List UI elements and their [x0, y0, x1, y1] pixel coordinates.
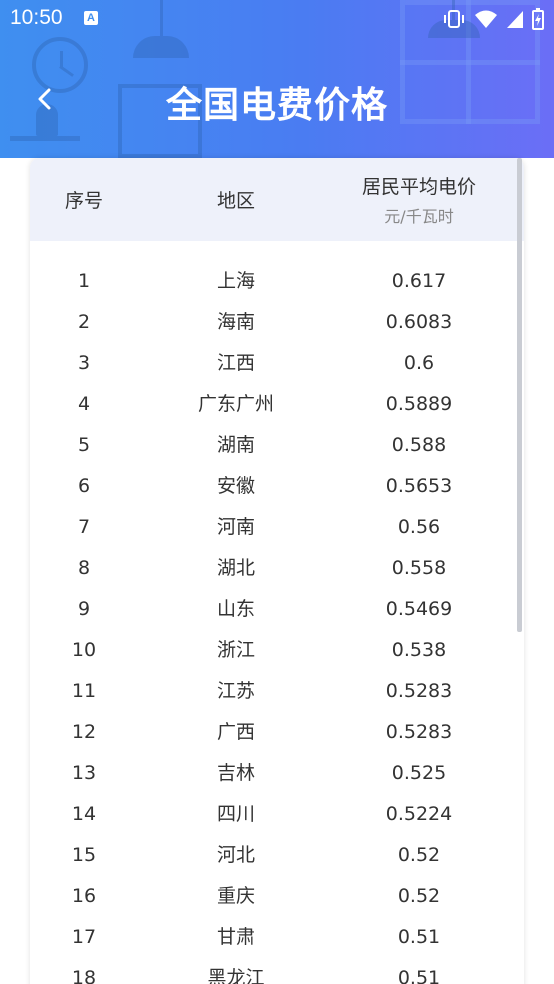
table-row: 5 湖南 0.588 — [30, 425, 524, 466]
column-header-index-label: 序号 — [64, 190, 103, 212]
row-price: 0.538 — [391, 639, 447, 661]
row-index: 11 — [71, 680, 97, 702]
row-index: 10 — [71, 639, 97, 661]
row-price: 0.5224 — [385, 803, 453, 825]
row-index: 4 — [77, 393, 91, 415]
row-region: 广西 — [216, 721, 255, 743]
row-region: 湖南 — [216, 434, 255, 456]
row-price: 0.51 — [397, 926, 441, 948]
table-header: 序号 地区 居民平均电价 元/千瓦时 — [30, 158, 524, 241]
table-row: 8 湖北 0.558 — [30, 548, 524, 589]
row-index: 13 — [71, 762, 97, 784]
table-row: 13 吉林 0.525 — [30, 753, 524, 794]
row-region: 浙江 — [216, 639, 255, 661]
row-region: 甘肃 — [216, 926, 255, 948]
table-row: 2 海南 0.6083 — [30, 302, 524, 343]
row-region: 湖北 — [216, 557, 255, 579]
row-index: 7 — [77, 516, 91, 538]
notification-a-icon: A — [84, 11, 98, 25]
table-row: 7 河南 0.56 — [30, 507, 524, 548]
table-row: 1 上海 0.617 — [30, 261, 524, 302]
row-index: 18 — [71, 967, 97, 984]
row-price: 0.5889 — [385, 393, 453, 415]
lamp-illustration — [133, 36, 189, 58]
row-price: 0.588 — [391, 434, 447, 456]
row-region: 黑龙江 — [207, 967, 265, 984]
table-row: 17 甘肃 0.51 — [30, 917, 524, 958]
table-row: 3 江西 0.6 — [30, 343, 524, 384]
row-index: 17 — [71, 926, 97, 948]
table-row: 4 广东广州 0.5889 — [30, 384, 524, 425]
row-price: 0.5653 — [385, 475, 453, 497]
signal-icon — [507, 11, 523, 28]
table-row: 9 山东 0.5469 — [30, 589, 524, 630]
row-index: 16 — [71, 885, 97, 907]
row-price: 0.6083 — [385, 311, 453, 333]
shelf-illustration — [10, 136, 80, 141]
table-row: 18 黑龙江 0.51 — [30, 958, 524, 984]
row-price: 0.558 — [391, 557, 447, 579]
row-region: 山东 — [216, 598, 255, 620]
row-price: 0.56 — [397, 516, 441, 538]
row-region: 河北 — [216, 844, 255, 866]
table-row: 16 重庆 0.52 — [30, 876, 524, 917]
status-bar: 10:50 A — [0, 0, 554, 38]
battery-charging-icon — [532, 8, 544, 30]
status-time: 10:50 — [10, 6, 63, 29]
row-region: 江苏 — [216, 680, 255, 702]
row-index: 3 — [77, 352, 91, 374]
column-header-region: 地区 — [138, 158, 334, 241]
row-region: 安徽 — [216, 475, 255, 497]
row-index: 2 — [77, 311, 91, 333]
row-index: 1 — [77, 270, 91, 292]
row-region: 广东广州 — [197, 393, 274, 415]
column-header-price: 居民平均电价 元/千瓦时 — [334, 158, 504, 241]
row-price: 0.5283 — [385, 680, 453, 702]
column-header-price-unit: 元/千瓦时 — [384, 207, 454, 226]
wifi-icon — [475, 10, 497, 28]
row-region: 四川 — [216, 803, 255, 825]
table-row: 10 浙江 0.538 — [30, 630, 524, 671]
row-region: 海南 — [216, 311, 255, 333]
row-region: 河南 — [216, 516, 255, 538]
table-row: 11 江苏 0.5283 — [30, 671, 524, 712]
row-price: 0.52 — [397, 885, 441, 907]
price-table: 序号 地区 居民平均电价 元/千瓦时 1 上海 0.617 2 海南 0.6083 3江… — [30, 158, 524, 984]
row-index: 6 — [77, 475, 91, 497]
row-index: 5 — [77, 434, 91, 456]
table-row: 6 安徽 0.5653 — [30, 466, 524, 507]
row-price: 0.52 — [397, 844, 441, 866]
row-price: 0.6 — [403, 352, 435, 374]
table-row: 12 广西 0.5283 — [30, 712, 524, 753]
row-price: 0.51 — [397, 967, 441, 984]
row-index: 8 — [77, 557, 91, 579]
row-region: 江西 — [216, 352, 255, 374]
row-index: 15 — [71, 844, 97, 866]
row-index: 12 — [71, 721, 97, 743]
table-row: 14 四川 0.5224 — [30, 794, 524, 835]
row-region: 重庆 — [216, 885, 255, 907]
row-price: 0.5283 — [385, 721, 453, 743]
row-region: 吉林 — [216, 762, 255, 784]
page-title: 全国电费价格 — [165, 85, 388, 126]
row-index: 14 — [71, 803, 97, 825]
column-header-price-label: 居民平均电价 — [361, 176, 476, 198]
column-header-region-label: 地区 — [216, 190, 255, 212]
row-price: 0.617 — [391, 270, 447, 292]
row-region: 上海 — [216, 270, 255, 292]
status-icons — [442, 8, 544, 30]
table-body: 1 上海 0.617 2 海南 0.6083 3 江西 0.6 4 广东广州 0.5889 5湖… — [30, 261, 524, 984]
scrollbar[interactable] — [517, 158, 522, 632]
table-row: 15 河北 0.52 — [30, 835, 524, 876]
row-price: 0.525 — [391, 762, 447, 784]
row-price: 0.5469 — [385, 598, 453, 620]
vibrate-icon — [444, 10, 464, 28]
column-header-index: 序号 — [30, 158, 138, 241]
screen: 10:50 A 全国电费价格 序号 地区 居民平均电价 元/千瓦时 1 上海 0… — [0, 0, 554, 984]
row-index: 9 — [77, 598, 91, 620]
window-bar-illustration — [400, 60, 540, 65]
